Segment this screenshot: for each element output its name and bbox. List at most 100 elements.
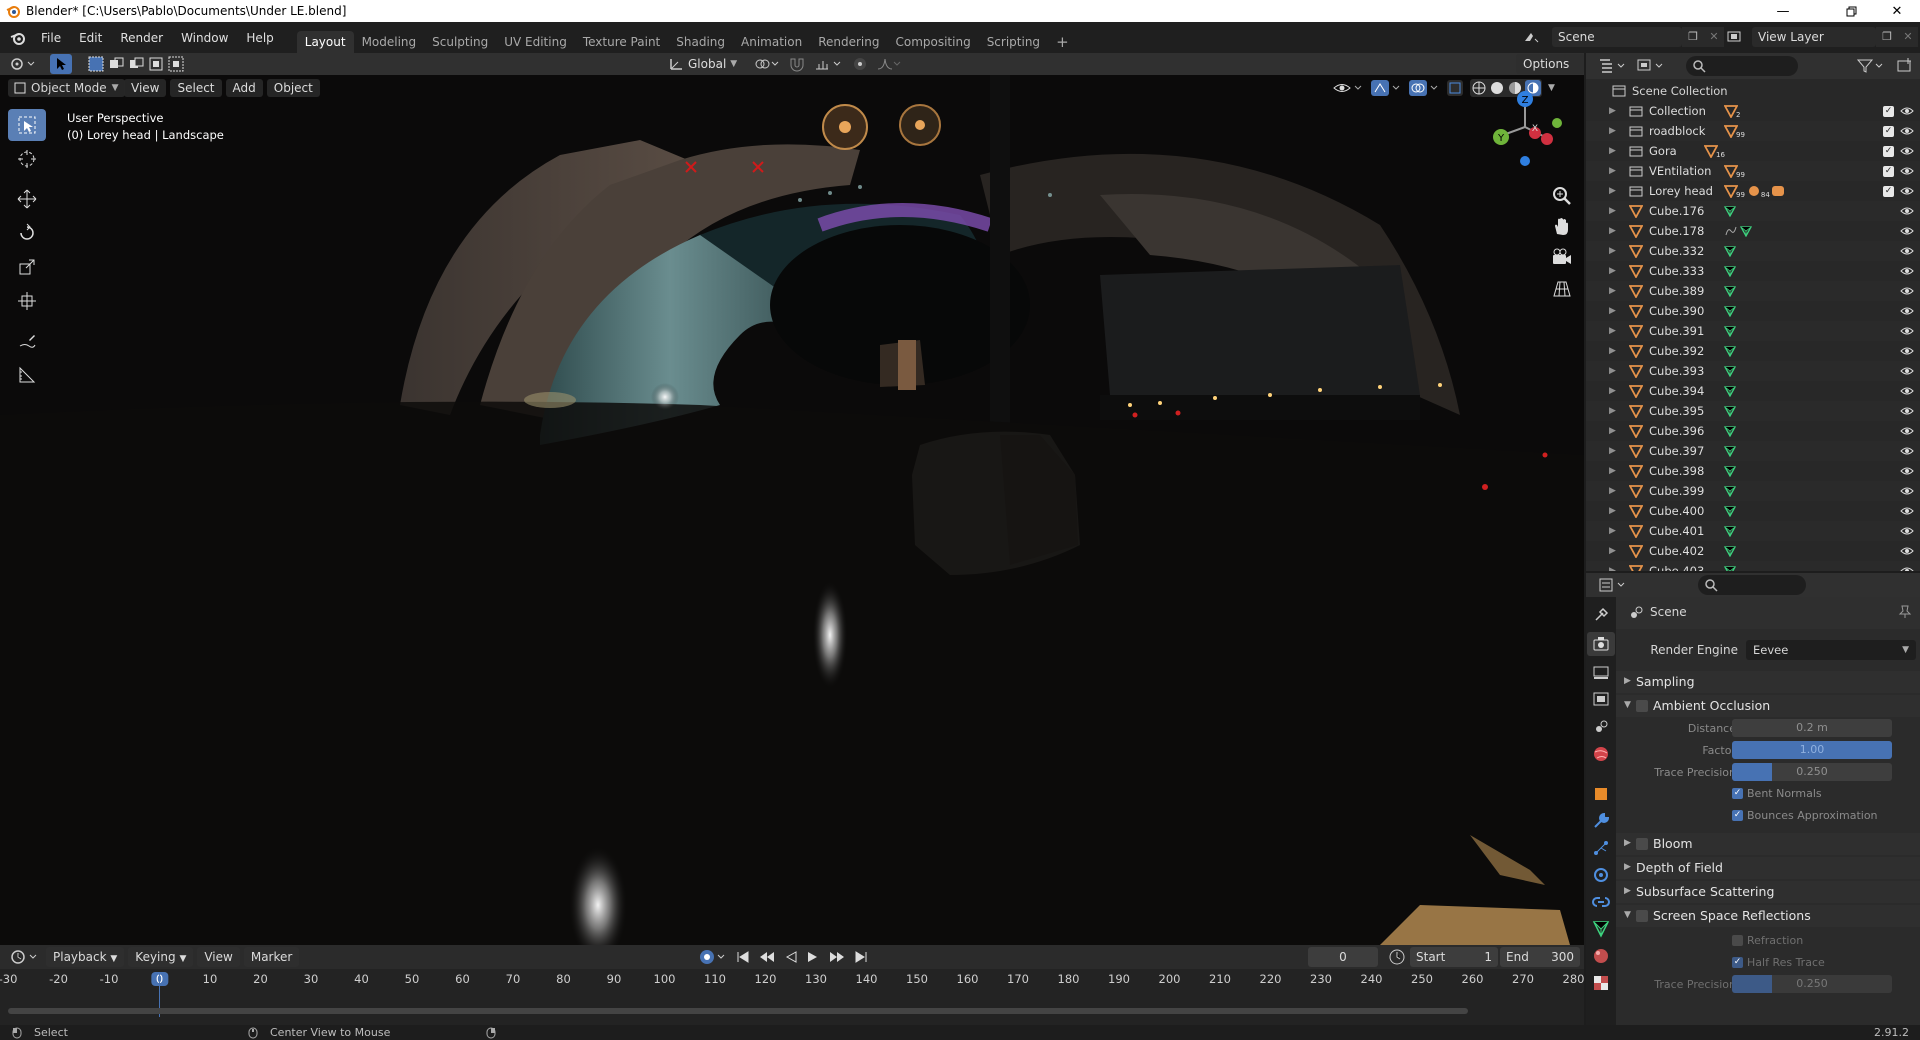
expand-arrow-icon[interactable]: ▶ (1609, 466, 1616, 476)
maximize-button[interactable] (1828, 0, 1874, 22)
outliner-row[interactable]: ▶ Cube.394 (1586, 381, 1920, 401)
navigation-gizmo[interactable]: Z Y X (1485, 87, 1565, 167)
current-frame-field[interactable]: 0 (1308, 947, 1378, 967)
scene-tab-icon[interactable] (1591, 717, 1611, 737)
visibility-eye-icon[interactable] (1900, 206, 1914, 216)
outliner-row[interactable]: ▶ Collection ✓ 2 (1586, 101, 1920, 121)
outliner-row[interactable]: ▶ Cube.395 (1586, 401, 1920, 421)
overlays-toggle-icon[interactable] (1408, 79, 1440, 97)
visibility-eye-icon[interactable] (1900, 106, 1914, 116)
visibility-eye-icon[interactable] (1900, 286, 1914, 296)
expand-arrow-icon[interactable]: ▶ (1609, 226, 1616, 236)
expand-arrow-icon[interactable]: ▶ (1609, 426, 1616, 436)
marker-menu[interactable]: Marker (243, 947, 300, 967)
visibility-eye-icon[interactable] (1900, 346, 1914, 356)
ssr-enable-checkbox[interactable] (1636, 910, 1648, 922)
tab-modeling[interactable]: Modeling (354, 31, 425, 53)
delete-scene-icon[interactable]: ✕ (1704, 27, 1724, 47)
filter-icon[interactable] (1856, 57, 1886, 75)
expand-arrow-icon[interactable]: ▶ (1609, 366, 1616, 376)
properties-search-input[interactable] (1698, 575, 1806, 595)
bounces-approx-checkbox[interactable]: ✓ Bounces Approximation (1732, 809, 1878, 822)
expand-arrow-icon[interactable]: ▶ (1609, 486, 1616, 496)
delete-view-layer-icon[interactable]: ✕ (1898, 27, 1918, 47)
exclude-checkbox[interactable]: ✓ (1883, 165, 1894, 177)
tab-texture-paint[interactable]: Texture Paint (575, 31, 668, 53)
transform-tool[interactable] (8, 285, 46, 317)
select-new-icon[interactable] (88, 56, 104, 72)
menu-edit[interactable]: Edit (70, 31, 111, 45)
tweak-tool-icon[interactable] (50, 54, 72, 74)
mesh-data-tab-icon[interactable] (1591, 919, 1611, 939)
outliner-row[interactable]: ▶ Cube.398 (1586, 461, 1920, 481)
select-subtract-icon[interactable] (128, 56, 144, 72)
visibility-eye-icon[interactable] (1900, 486, 1914, 496)
select-invert-icon[interactable] (148, 56, 164, 72)
outliner-row[interactable]: ▶ VEntilation ✓ 99 (1586, 161, 1920, 181)
visibility-eye-icon[interactable] (1900, 446, 1914, 456)
material-tab-icon[interactable] (1591, 946, 1611, 966)
view-layer-tab-icon[interactable] (1591, 690, 1611, 710)
jump-end-icon[interactable] (854, 950, 868, 964)
proportional-edit-icon[interactable] (852, 56, 868, 72)
expand-arrow-icon[interactable]: ▶ (1609, 546, 1616, 556)
render-engine-dropdown[interactable]: Eevee ▼ (1746, 640, 1916, 660)
outliner-row[interactable]: ▶ Cube.399 (1586, 481, 1920, 501)
view-menu[interactable]: View (124, 79, 167, 97)
outliner-row[interactable]: ▶ Cube.403 (1586, 561, 1920, 571)
tab-scripting[interactable]: Scripting (979, 31, 1048, 53)
half-res-trace-checkbox[interactable]: ✓ Half Res Trace (1732, 956, 1825, 969)
ao-factor-slider[interactable]: 1.00 (1732, 741, 1892, 759)
keying-menu[interactable]: Keying ▼ (128, 947, 194, 967)
jump-keyframe-back-icon[interactable] (758, 950, 776, 964)
visibility-eye-icon[interactable] (1900, 146, 1914, 156)
outliner-row[interactable]: ▶ Cube.333 (1586, 261, 1920, 281)
scene-name-field[interactable]: Scene (1552, 27, 1682, 47)
zoom-icon[interactable] (1551, 185, 1573, 207)
tab-sculpting[interactable]: Sculpting (424, 31, 496, 53)
start-frame-field[interactable]: Start 1 (1410, 947, 1498, 967)
menu-help[interactable]: Help (237, 31, 282, 45)
gizmo-toggle-icon[interactable] (1370, 79, 1402, 97)
visibility-eye-icon[interactable] (1900, 186, 1914, 196)
exclude-checkbox[interactable]: ✓ (1883, 125, 1894, 137)
expand-arrow-icon[interactable]: ▶ (1609, 386, 1616, 396)
scale-tool[interactable] (8, 251, 46, 283)
new-view-layer-icon[interactable]: ❐ (1876, 27, 1898, 47)
add-workspace-button[interactable]: + (1048, 31, 1077, 53)
visibility-eye-icon[interactable] (1900, 226, 1914, 236)
view-layer-browse-icon[interactable] (1726, 27, 1752, 47)
visibility-eye-icon[interactable] (1900, 246, 1914, 256)
outliner-row[interactable]: ▶ Cube.390 (1586, 301, 1920, 321)
playback-menu[interactable]: Playback ▼ (46, 947, 125, 967)
visibility-eye-icon[interactable] (1900, 566, 1914, 571)
ssr-panel-header[interactable]: ▼ Screen Space Reflections (1616, 905, 1920, 927)
new-collection-icon[interactable] (1896, 57, 1914, 75)
refraction-checkbox[interactable]: Refraction (1732, 934, 1803, 947)
selection-mode-icons[interactable] (88, 56, 184, 72)
expand-arrow-icon[interactable]: ▶ (1609, 566, 1616, 571)
outliner-row[interactable]: ▶ roadblock ✓ 99 (1586, 121, 1920, 141)
view-layer-field[interactable]: View Layer (1752, 27, 1876, 47)
visibility-eye-icon[interactable] (1900, 546, 1914, 556)
visibility-filter-icon[interactable] (1332, 79, 1364, 97)
end-frame-field[interactable]: End 300 (1500, 947, 1580, 967)
sss-panel-header[interactable]: ▶ Subsurface Scattering (1616, 881, 1920, 903)
exclude-checkbox[interactable]: ✓ (1883, 145, 1894, 157)
minimize-button[interactable]: — (1760, 0, 1806, 22)
snap-increment-icon[interactable] (814, 56, 844, 72)
visibility-eye-icon[interactable] (1900, 326, 1914, 336)
preview-range-icon[interactable] (1388, 948, 1406, 966)
world-tab-icon[interactable] (1591, 744, 1611, 764)
snap-magnet-icon[interactable] (788, 56, 806, 72)
expand-arrow-icon[interactable]: ▶ (1609, 306, 1616, 316)
expand-arrow-icon[interactable]: ▶ (1609, 246, 1616, 256)
visibility-eye-icon[interactable] (1900, 466, 1914, 476)
ao-trace-precision-slider[interactable]: 0.250 (1732, 763, 1892, 781)
outliner-editor-type-icon[interactable] (1598, 57, 1628, 75)
expand-arrow-icon[interactable]: ▶ (1609, 446, 1616, 456)
properties-editor-type-icon[interactable] (1598, 576, 1628, 594)
visibility-eye-icon[interactable] (1900, 386, 1914, 396)
tab-compositing[interactable]: Compositing (887, 31, 978, 53)
menu-window[interactable]: Window (172, 31, 237, 45)
